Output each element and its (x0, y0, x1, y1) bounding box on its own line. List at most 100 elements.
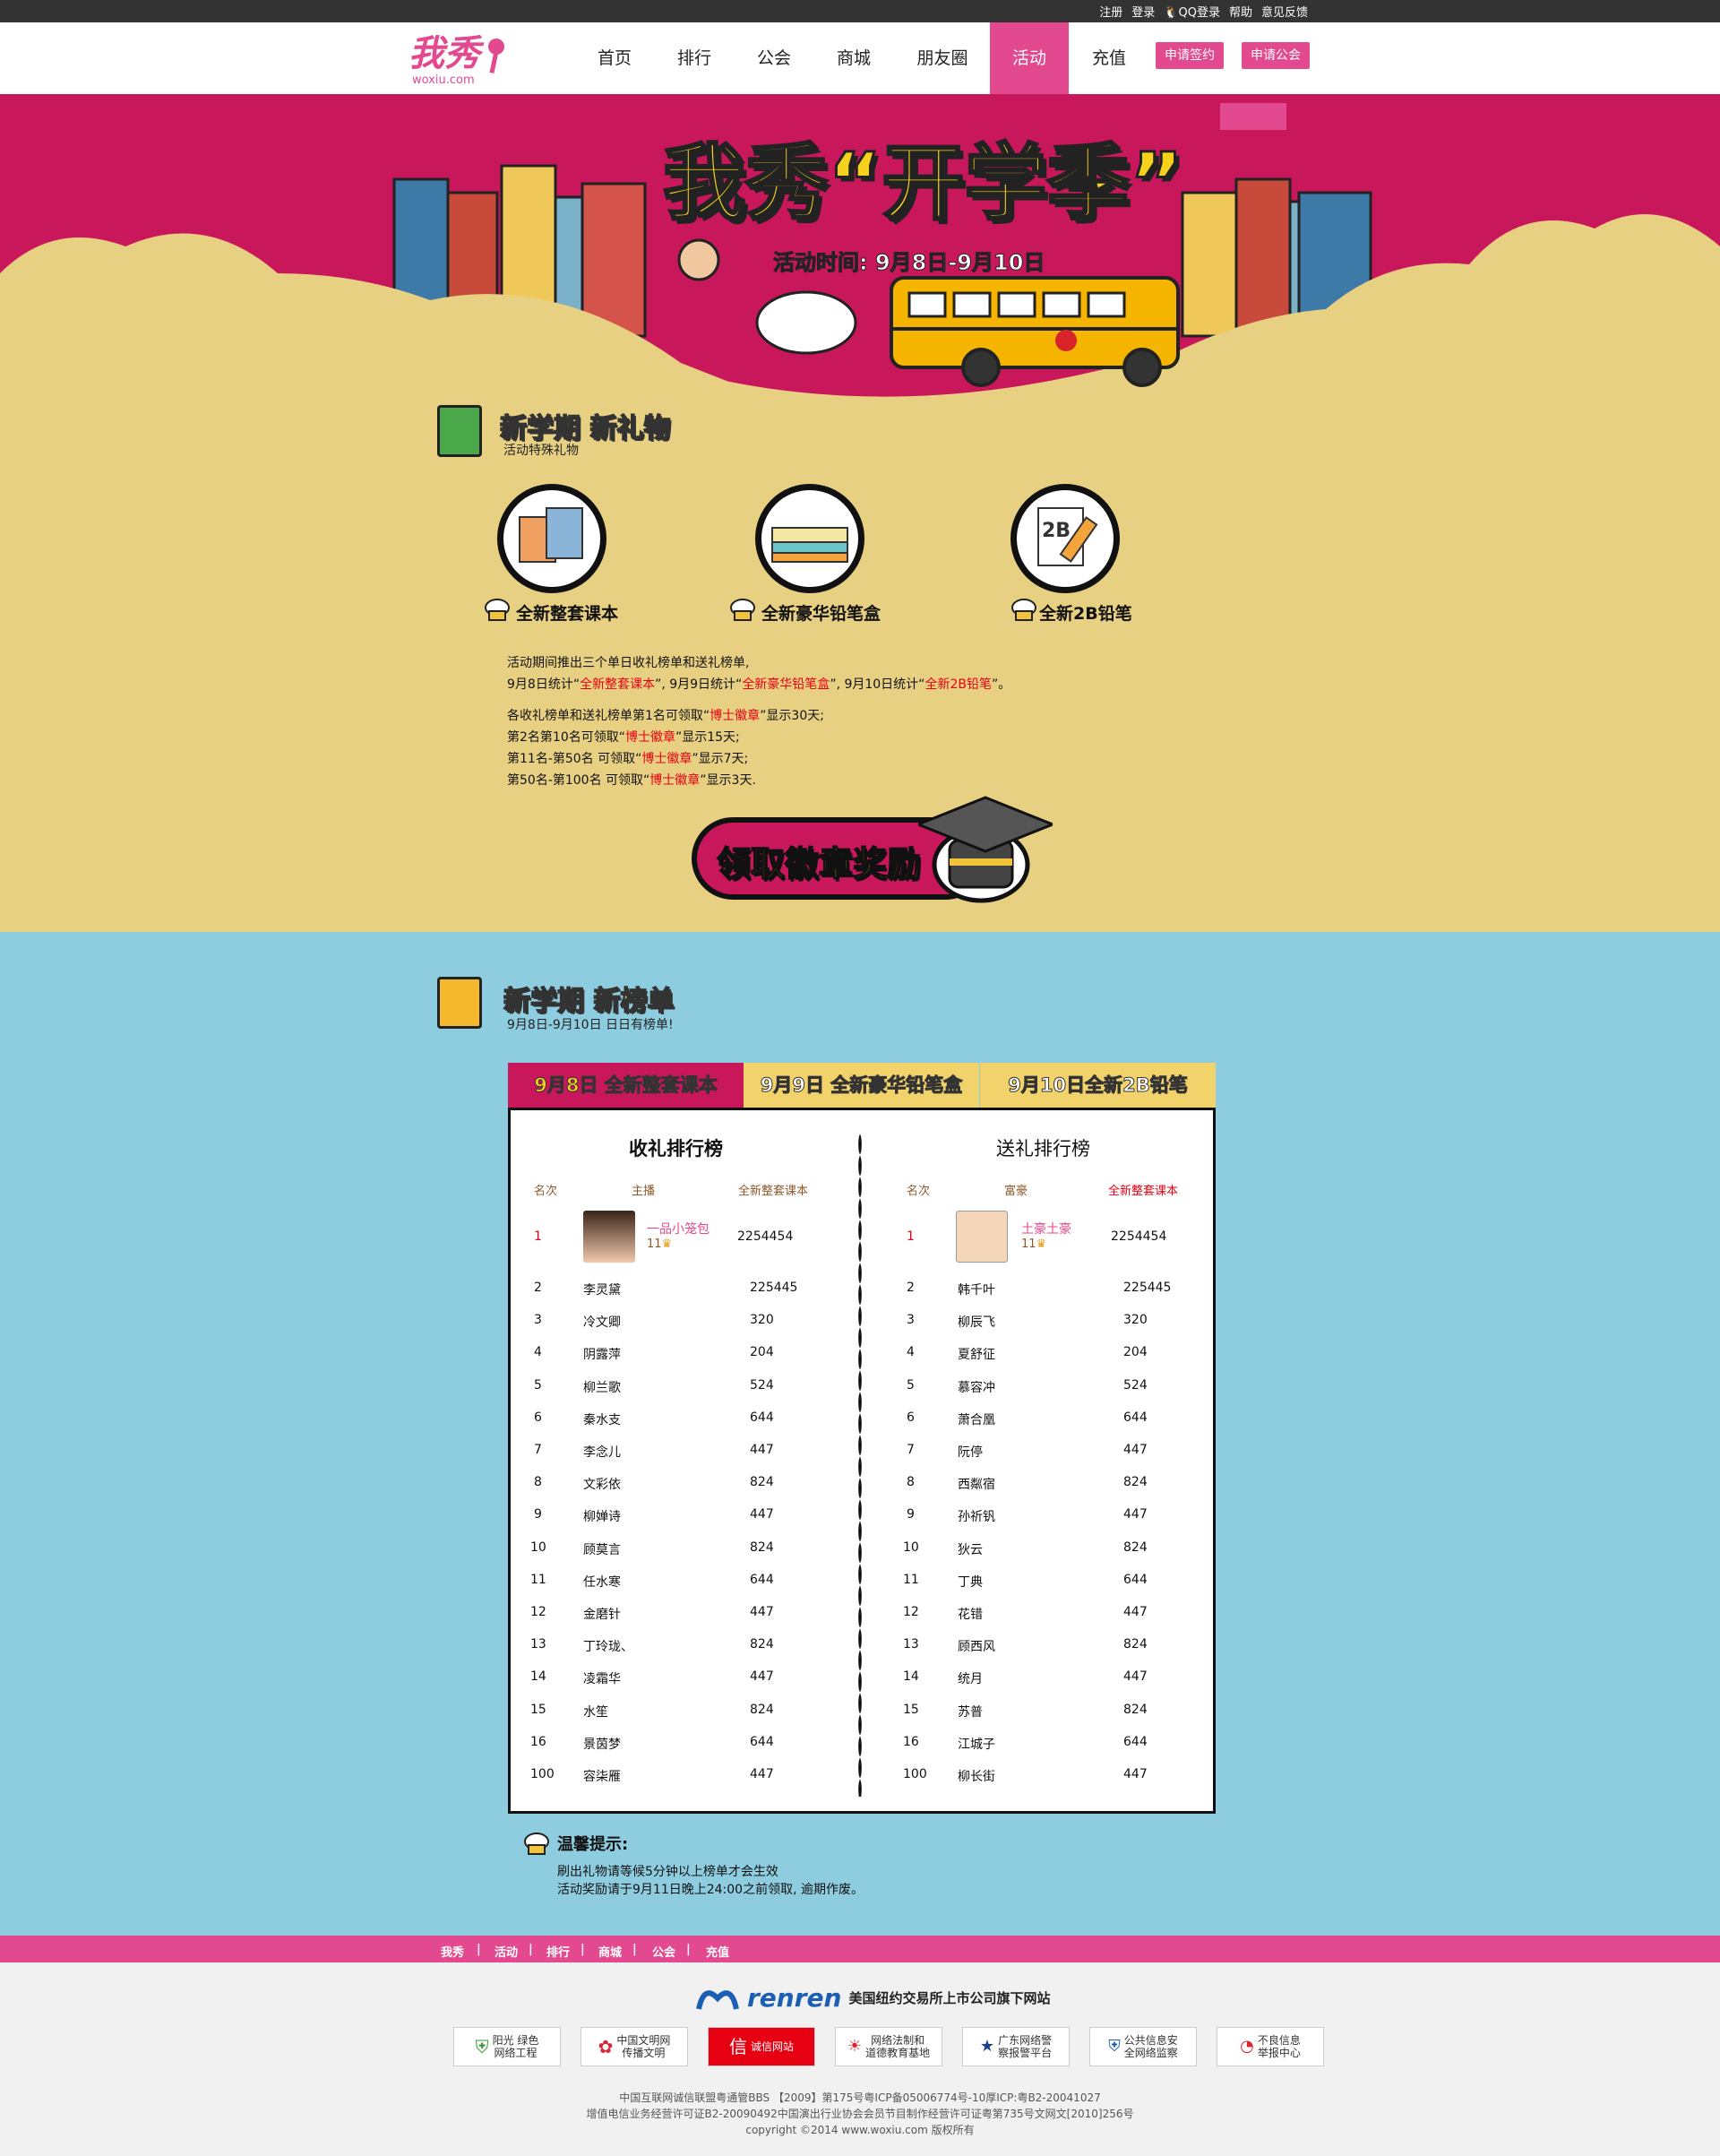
receive-row-name[interactable]: 任水寒 (583, 1573, 621, 1591)
receive-row-rank: 11 (530, 1572, 546, 1587)
nav-guild[interactable]: 公会 (735, 22, 813, 94)
receive-row-value: 447 (750, 1605, 774, 1619)
receive-row-value: 644 (750, 1572, 774, 1587)
receive-row-name[interactable]: 丁玲珑、 (583, 1637, 633, 1655)
footer-link-home[interactable]: 我秀 (441, 1943, 464, 1960)
nav-ranking[interactable]: 排行 (655, 22, 734, 94)
pocket-watch-icon (677, 238, 720, 281)
send-row-name[interactable]: 苏普 (958, 1703, 983, 1720)
apply-contract-button[interactable]: 申请签约 (1156, 42, 1224, 69)
receive-row-name[interactable]: 李念儿 (583, 1443, 621, 1461)
claim-badge-label[interactable]: 领取徽章奖励 (716, 836, 922, 885)
send-row-name[interactable]: 花错 (958, 1605, 983, 1623)
send-row-name[interactable]: 江城子 (958, 1735, 995, 1753)
footer-link-recharge[interactable]: 充值 (706, 1943, 729, 1960)
badge-police-report[interactable]: ★ 广东网络警 察报警平台 (962, 2027, 1070, 2066)
banner-title: 我秀“开学季” (662, 134, 1185, 233)
gift-name-pencil-box: 全新豪华铅笔盒 (761, 604, 882, 624)
receive-row-rank: 100 (530, 1767, 555, 1781)
receive-row-name[interactable]: 柳婵诗 (583, 1507, 621, 1525)
chef-hat-icon (484, 599, 511, 622)
receive-row-name[interactable]: 景茵梦 (583, 1735, 621, 1753)
nav-home[interactable]: 首页 (575, 22, 654, 94)
avatar[interactable] (583, 1211, 635, 1263)
feedback-link[interactable]: 意见反馈 (1261, 3, 1308, 20)
send-row-value: 2254454 (1111, 1229, 1167, 1244)
send-row-name[interactable]: 夏舒征 (958, 1345, 995, 1363)
badge-civilization[interactable]: ✿ 中国文明网 传播文明 (580, 2027, 688, 2066)
receive-header-gift: 全新整套课本 (738, 1185, 809, 1198)
receive-row-name[interactable]: 水笙 (583, 1703, 608, 1720)
receive-row-name[interactable]: 金磨针 (583, 1605, 621, 1623)
badge-law-education[interactable]: ☀ 网络法制和 道德教育基地 (835, 2027, 942, 2066)
footer-separator: | (477, 1943, 481, 1956)
send-row-rank: 14 (903, 1669, 919, 1685)
receive-row-name[interactable]: 秦水支 (583, 1410, 621, 1428)
receive-top-name[interactable]: 一品小笼包 (647, 1220, 710, 1238)
send-row-name[interactable]: 萧合凰 (958, 1410, 995, 1428)
receive-row-name[interactable]: 冷文卿 (583, 1313, 621, 1331)
badge-trusted-site[interactable]: 信诚信网站 (708, 2027, 815, 2066)
qq-login-link[interactable]: 🐧QQ登录 (1164, 3, 1220, 20)
site-logo[interactable]: 我秀 woxiu.com (408, 34, 507, 88)
send-row-value: 204 (1123, 1345, 1148, 1360)
badge-report-center[interactable]: ◔ 不良信息 举报中心 (1217, 2027, 1324, 2066)
send-row-value: 824 (1123, 1539, 1148, 1555)
send-row-name[interactable]: 统月 (958, 1669, 983, 1687)
receive-header-rank: 名次 (534, 1185, 558, 1198)
receive-row-value: 320 (750, 1313, 774, 1328)
receive-row-name[interactable]: 容柒雁 (583, 1767, 621, 1785)
help-link[interactable]: 帮助 (1229, 3, 1252, 20)
send-header-gift: 全新整套课本 (1108, 1185, 1179, 1198)
footer-separator: | (686, 1943, 691, 1956)
receive-row-name[interactable]: 文彩依 (583, 1475, 621, 1493)
badge-info-security[interactable]: ⛨ 公共信息安 全网络监察 (1089, 2027, 1197, 2066)
send-row-name[interactable]: 孙祈钒 (958, 1507, 995, 1525)
send-row-name[interactable]: 狄云 (958, 1540, 983, 1558)
register-link[interactable]: 注册 (1099, 3, 1122, 20)
nav-activity[interactable]: 活动 (990, 22, 1069, 94)
tab-day-2[interactable]: 9月9日 全新豪华铅笔盒 (744, 1063, 979, 1108)
tab-day-3[interactable]: 9月10日全新2B铅笔 (980, 1063, 1216, 1108)
footer-link-activity[interactable]: 活动 (494, 1943, 518, 1960)
send-row-name[interactable]: 顾西风 (958, 1637, 995, 1655)
police-icon: ★ (979, 2037, 995, 2056)
green-book-icon (437, 405, 482, 457)
badge-green-network[interactable]: ⛨ 阳光 绿色 网络工程 (453, 2027, 561, 2066)
nav-recharge[interactable]: 充值 (1070, 22, 1148, 94)
footer-link-ranking[interactable]: 排行 (546, 1943, 570, 1960)
footer-link-shop[interactable]: 商城 (598, 1943, 622, 1960)
login-link[interactable]: 登录 (1131, 3, 1155, 20)
receive-row-name[interactable]: 凌霜华 (583, 1669, 621, 1687)
send-row-name[interactable]: 慕容冲 (958, 1378, 995, 1396)
send-top-name[interactable]: 土豪土豪 (1021, 1220, 1071, 1238)
receive-row-rank: 6 (534, 1410, 542, 1425)
footer-separator: | (632, 1943, 637, 1956)
receive-row-name[interactable]: 李灵黛 (583, 1281, 621, 1298)
send-row-name[interactable]: 西粼宿 (958, 1475, 995, 1493)
send-row-rank: 13 (903, 1637, 919, 1652)
receive-row-name[interactable]: 顾莫言 (583, 1540, 621, 1558)
send-row-name[interactable]: 柳辰飞 (958, 1313, 995, 1331)
send-row-name[interactable]: 韩千叶 (958, 1281, 995, 1298)
receive-row-name[interactable]: 阴露萍 (583, 1345, 621, 1363)
send-row-name[interactable]: 丁典 (958, 1573, 983, 1591)
renren-brand[interactable]: renren 美国纽约交易所上市公司旗下网站 (695, 1982, 1050, 2013)
receive-row-value: 824 (750, 1539, 774, 1555)
send-row-name[interactable]: 柳长街 (958, 1767, 995, 1785)
apply-guild-button[interactable]: 申请公会 (1242, 42, 1310, 69)
send-row-name[interactable]: 阮停 (958, 1443, 983, 1461)
rules-line-3: 各收礼榜单和送礼榜单第1名可领取“博士徽章”显示30天; (507, 709, 824, 723)
send-row-rank: 11 (903, 1572, 919, 1587)
nav-shop[interactable]: 商城 (814, 22, 893, 94)
nav-friends[interactable]: 朋友圈 (903, 22, 982, 94)
receive-row-name[interactable]: 柳兰歌 (583, 1378, 621, 1396)
footer-link-guild[interactable]: 公会 (652, 1943, 675, 1960)
send-row-rank: 100 (903, 1767, 927, 1781)
send-row-value: 225445 (1123, 1281, 1172, 1295)
receive-row-rank: 1 (534, 1229, 542, 1244)
tab-day-1[interactable]: 9月8日 全新整套课本 (508, 1063, 744, 1108)
smoke-cloud-icon (755, 290, 857, 355)
avatar[interactable] (956, 1211, 1008, 1263)
send-row-rank: 15 (903, 1702, 919, 1717)
